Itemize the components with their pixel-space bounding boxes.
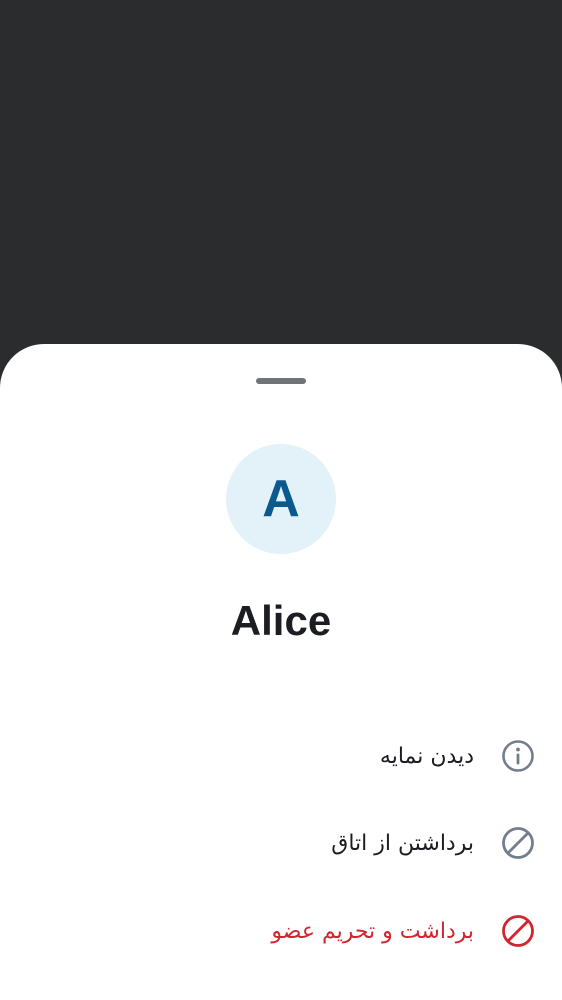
view-profile-action[interactable]: دیدن نمایه bbox=[0, 721, 562, 791]
remove-and-ban-label: برداشت و تحریم عضو bbox=[271, 918, 474, 944]
member-name: Alice bbox=[230, 597, 332, 644]
view-profile-label: دیدن نمایه bbox=[379, 743, 474, 769]
remove-from-room-label: برداشتن از اتاق bbox=[331, 830, 474, 856]
remove-from-room-action[interactable]: برداشتن از اتاق bbox=[0, 808, 562, 878]
block-icon bbox=[502, 827, 534, 859]
avatar: A bbox=[226, 444, 336, 554]
avatar-initial: A bbox=[262, 470, 300, 528]
member-actions-bottom-sheet: A Alice دیدن نمایه برداشتن از اتاق برداش… bbox=[0, 344, 562, 1000]
info-icon bbox=[502, 740, 534, 772]
remove-and-ban-action[interactable]: برداشت و تحریم عضو bbox=[0, 896, 562, 966]
sheet-drag-handle[interactable] bbox=[256, 378, 306, 384]
ban-icon bbox=[502, 915, 534, 947]
